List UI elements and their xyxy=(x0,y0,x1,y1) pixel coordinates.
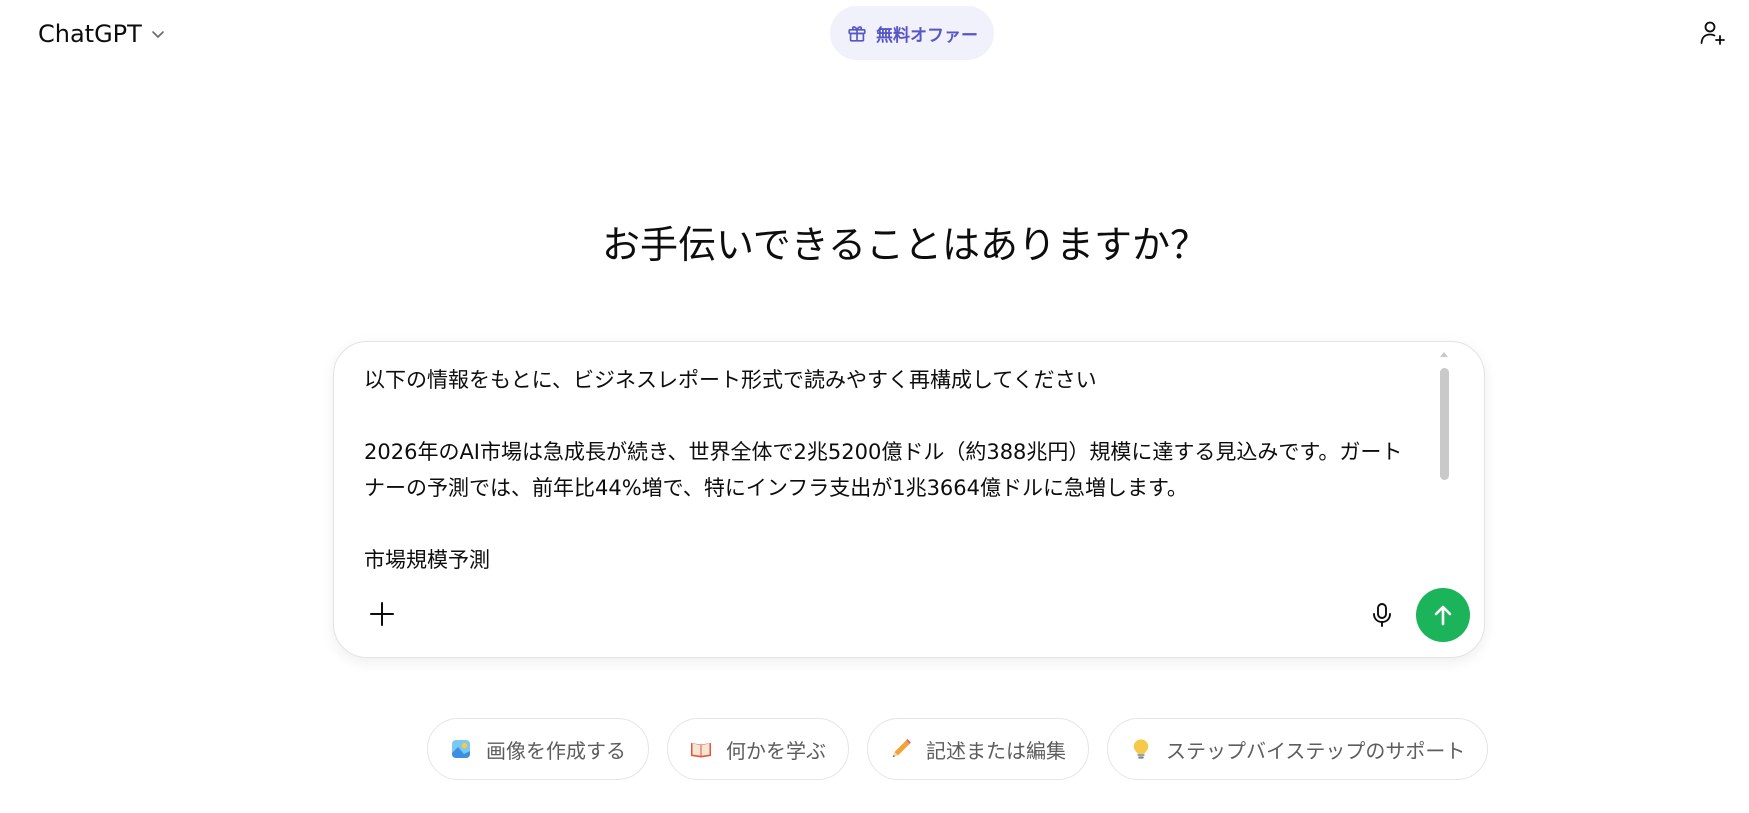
model-name: ChatGPT xyxy=(38,20,142,48)
offer-label: 無料オファー xyxy=(876,25,978,46)
model-switcher[interactable]: ChatGPT xyxy=(26,14,178,54)
gift-icon xyxy=(846,22,868,44)
prompt-scrollbar[interactable] xyxy=(1438,352,1450,582)
image-icon xyxy=(450,738,472,760)
lightbulb-icon xyxy=(1130,738,1152,760)
prompt-input[interactable]: 以下の情報をもとに、ビジネスレポート形式で読みやすく再構成してください 2026… xyxy=(364,362,1434,592)
suggestion-create-image[interactable]: 画像を作成する xyxy=(427,718,649,780)
arrow-up-icon xyxy=(1430,602,1456,628)
add-user-button[interactable] xyxy=(1696,17,1728,49)
free-offer-button[interactable]: 無料オファー xyxy=(830,6,994,60)
prompt-blank-line xyxy=(364,398,1434,434)
scroll-thumb[interactable] xyxy=(1440,368,1449,480)
chip-label: 画像を作成する xyxy=(486,738,626,763)
pencil-icon xyxy=(890,738,912,760)
prompt-line: 以下の情報をもとに、ビジネスレポート形式で読みやすく再構成してください xyxy=(364,368,1097,392)
prompt-line: ナーの予測では、前年比44%増で、特にインフラ支出が1兆3664億ドルに急増しま… xyxy=(364,476,1188,500)
add-attachment-button[interactable] xyxy=(362,594,402,634)
book-icon xyxy=(690,738,712,760)
composer: 以下の情報をもとに、ビジネスレポート形式で読みやすく再構成してください 2026… xyxy=(333,341,1485,658)
voice-input-button[interactable] xyxy=(1362,595,1402,635)
chip-label: 記述または編集 xyxy=(926,738,1066,763)
chip-label: 何かを学ぶ xyxy=(726,738,826,763)
plus-icon xyxy=(368,600,396,628)
microphone-icon xyxy=(1370,602,1394,628)
prompt-line: 市場規模予測 xyxy=(364,548,490,572)
suggestion-step-by-step[interactable]: ステップバイステップのサポート xyxy=(1107,718,1489,780)
send-button[interactable] xyxy=(1416,588,1470,642)
chevron-down-icon xyxy=(150,26,166,42)
add-user-icon xyxy=(1698,19,1726,47)
chip-label: ステップバイステップのサポート xyxy=(1166,738,1466,763)
suggestion-chips: 画像を作成する 何かを学ぶ 記述または編集 ステップバイステップのサポート xyxy=(427,718,1489,780)
suggestion-learn[interactable]: 何かを学ぶ xyxy=(667,718,849,780)
page-headline: お手伝いできることはありますか？ xyxy=(601,223,1209,267)
prompt-line: 2026年のAI市場は急成長が続き、世界全体で2兆5200億ドル（約388兆円）… xyxy=(364,440,1403,464)
suggestion-write-edit[interactable]: 記述または編集 xyxy=(867,718,1089,780)
prompt-blank-line xyxy=(364,506,1434,542)
scroll-up-arrow-icon[interactable] xyxy=(1440,352,1448,357)
